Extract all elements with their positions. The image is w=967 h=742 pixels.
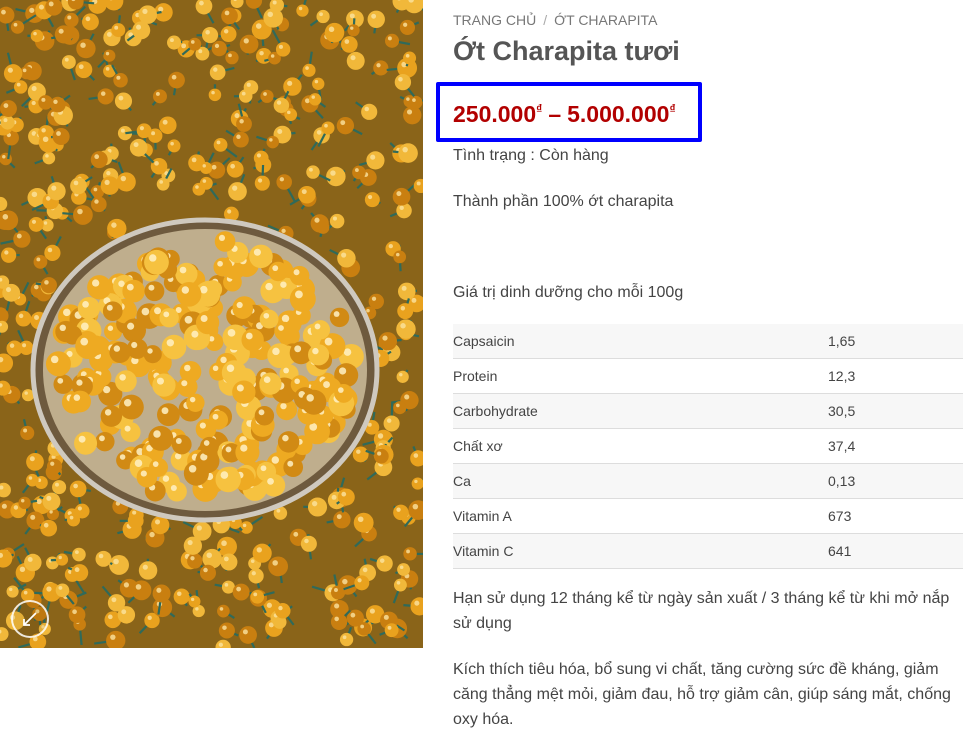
nutrient-name: Vitamin A xyxy=(453,498,828,534)
price-min: 250.000 xyxy=(453,101,537,127)
nutrition-row: Carbohydrate 30,5 xyxy=(453,393,963,429)
nutrient-value: 12,3 xyxy=(828,358,963,394)
nutrient-name: Vitamin C xyxy=(453,533,828,569)
nutrient-name: Chất xơ xyxy=(453,428,828,464)
nutrition-row: Vitamin C 641 xyxy=(453,533,963,569)
currency-symbol: ₫ xyxy=(669,102,676,116)
nutrient-name: Capsaicin xyxy=(453,324,828,359)
nutrition-row: Vitamin A 673 xyxy=(453,498,963,534)
nutrient-value: 37,4 xyxy=(828,428,963,464)
breadcrumb-category-link[interactable]: ỚT CHARAPITA xyxy=(554,12,657,28)
pepper-photo xyxy=(0,0,423,648)
zoom-button[interactable] xyxy=(11,600,49,638)
expand-arrows-icon xyxy=(23,612,37,626)
nutrition-row: Capsaicin 1,65 xyxy=(453,324,963,359)
price-max: 5.000.000 xyxy=(567,101,670,127)
nutrient-name: Protein xyxy=(453,358,828,394)
ingredients-text: Thành phần 100% ớt charapita xyxy=(453,193,674,210)
breadcrumb-separator: / xyxy=(543,12,548,28)
price-dash: – xyxy=(548,101,562,127)
product-price: 250.000₫ –5.000.000₫ xyxy=(453,101,676,128)
benefits-text: Kích thích tiêu hóa, bổ sung vi chất, tă… xyxy=(453,661,951,728)
nutrient-value: 641 xyxy=(828,533,963,569)
nutrient-name: Carbohydrate xyxy=(453,393,828,429)
breadcrumb: TRANG CHỦ / ỚT CHARAPITA xyxy=(453,12,657,28)
shelf-life-text: Hạn sử dụng 12 tháng kể từ ngày sản xuất… xyxy=(453,590,950,632)
nutrient-name: Ca xyxy=(453,463,828,499)
product-image[interactable] xyxy=(0,0,423,648)
nutrient-value: 1,65 xyxy=(828,324,963,359)
nutrition-row: Ca 0,13 xyxy=(453,463,963,499)
nutrition-row: Protein 12,3 xyxy=(453,358,963,394)
nutrient-value: 673 xyxy=(828,498,963,534)
nutrition-row: Chất xơ 37,4 xyxy=(453,428,963,464)
nutrition-table: Capsaicin 1,65 Protein 12,3 Carbohydrate 30,5… xyxy=(453,324,963,569)
nutrient-value: 0,13 xyxy=(828,463,963,499)
nutrition-heading: Giá trị dinh dưỡng cho mỗi 100g xyxy=(453,284,684,301)
nutrient-value: 30,5 xyxy=(828,393,963,429)
stock-status: Tình trạng : Còn hàng xyxy=(453,147,609,164)
product-title: Ớt Charapita tươi xyxy=(453,36,680,66)
breadcrumb-home-link[interactable]: TRANG CHỦ xyxy=(453,12,536,28)
currency-symbol: ₫ xyxy=(536,102,543,116)
